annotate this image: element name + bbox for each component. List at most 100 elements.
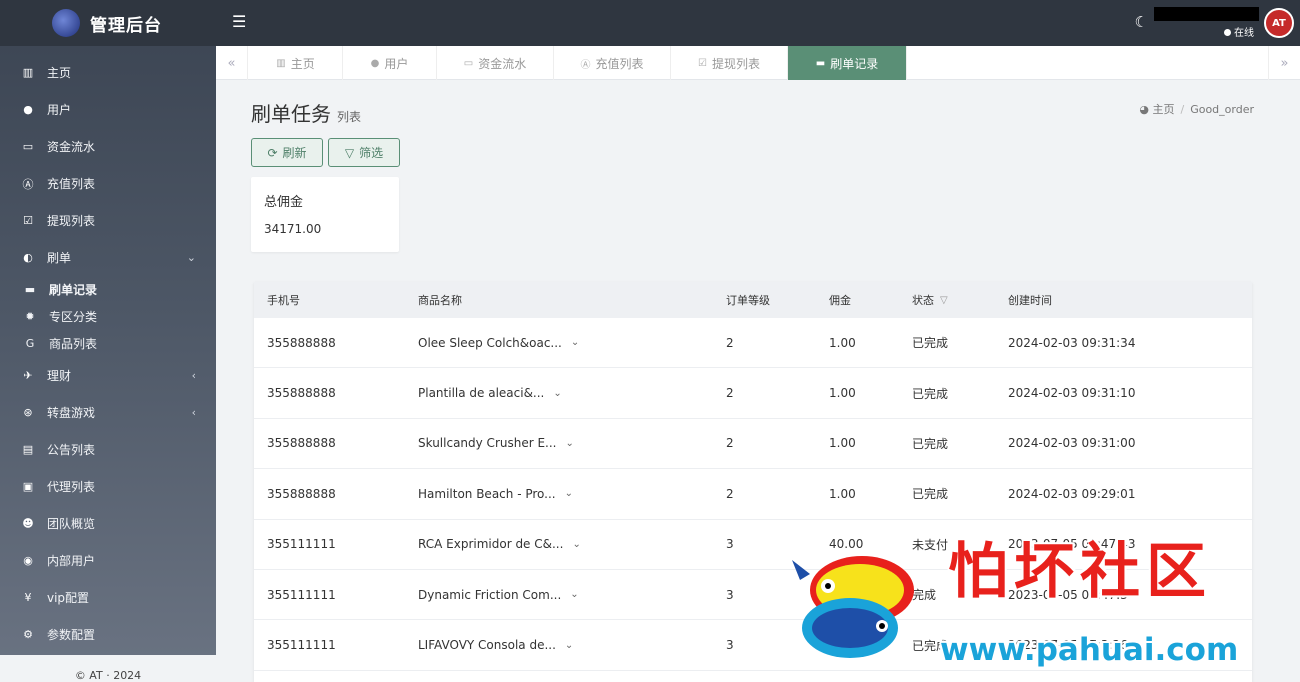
address-book-icon: ▣ bbox=[22, 480, 34, 493]
cell-status: 已完成 bbox=[912, 386, 949, 401]
tab-recharge[interactable]: Ⓐ 充值列表 bbox=[554, 46, 671, 80]
table-header: 手机号 商品名称 订单等级 佣金 状态 ▽ 创建时间 bbox=[254, 282, 1252, 318]
main-content: 刷单任务 列表 ◕ 主页 / Good_order ⟳ 刷新 ▽ 筛选 总佣金 34171… bbox=[216, 80, 1300, 682]
sidebar-item-withdraw[interactable]: ☑ 提现列表 bbox=[0, 202, 216, 239]
stat-value: 34171.00 bbox=[264, 222, 322, 236]
stat-label: 总佣金 bbox=[264, 195, 304, 210]
moon-icon[interactable]: ☾ bbox=[1135, 13, 1148, 31]
avatar[interactable]: AT bbox=[1264, 8, 1294, 38]
sidebar-item-order[interactable]: ◐ 刷单 ⌄ bbox=[0, 239, 216, 276]
sidebar-item-zone-category[interactable]: ✹ 专区分类 bbox=[0, 303, 216, 330]
breadcrumb-home[interactable]: 主页 bbox=[1152, 103, 1174, 116]
product-name: Olee Sleep Colch&oac... bbox=[418, 335, 562, 350]
expand-icon[interactable]: ⌄ bbox=[570, 589, 578, 600]
table-row[interactable]: 355111111 RCA Exprimidor de C&... ⌄ 3 40.… bbox=[254, 520, 1252, 570]
cell-status: 已完成 bbox=[912, 638, 949, 653]
chevron-left-icon: ‹ bbox=[191, 369, 196, 382]
table-row[interactable]: 355888888 Plantilla de aleaci&... ⌄ 2 1.0… bbox=[254, 368, 1252, 419]
expand-icon[interactable]: ⌄ bbox=[571, 337, 579, 348]
tab-users[interactable]: ● 用户 bbox=[343, 46, 437, 80]
sidebar-item-team[interactable]: ☻ 团队概览 bbox=[0, 505, 216, 542]
tab-home[interactable]: ▥ 主页 bbox=[249, 46, 343, 80]
sidebar-item-users[interactable]: ● 用户 bbox=[0, 91, 216, 128]
col-time[interactable]: 创建时间 bbox=[1008, 282, 1052, 318]
font-icon: Ⓐ bbox=[580, 59, 591, 71]
username-redacted bbox=[1154, 7, 1259, 21]
sidebar-item-funds[interactable]: ▭ 资金流水 bbox=[0, 128, 216, 165]
table-body: 355888888 Olee Sleep Colch&oac... ⌄ 2 1.0… bbox=[254, 318, 1252, 671]
refresh-button[interactable]: ⟳ 刷新 bbox=[251, 138, 323, 167]
cell-name: Plantilla de aleaci&... ⌄ bbox=[418, 368, 562, 417]
tab-scroll-left-icon[interactable]: « bbox=[216, 46, 248, 80]
cell-name: RCA Exprimidor de C&... ⌄ bbox=[418, 520, 581, 569]
sidebar-item-products[interactable]: G 商品列表 bbox=[0, 330, 216, 357]
expand-icon[interactable]: ⌄ bbox=[565, 640, 573, 651]
sidebar-item-label: 用户 bbox=[47, 103, 72, 117]
sidebar-item-recharge[interactable]: Ⓐ 充值列表 bbox=[0, 165, 216, 202]
sidebar-item-label: 代理列表 bbox=[47, 480, 96, 494]
sidebar-item-settings[interactable]: ⚙ 参数配置 bbox=[0, 616, 216, 653]
sidebar-item-vip[interactable]: ¥ vip配置 bbox=[0, 579, 216, 616]
filter-icon[interactable]: ▽ bbox=[940, 295, 948, 306]
orders-table: 手机号 商品名称 订单等级 佣金 状态 ▽ 创建时间 355888888 Olee… bbox=[254, 282, 1252, 682]
cell-phone: 355888888 bbox=[267, 386, 336, 401]
filter-label: 筛选 bbox=[359, 146, 384, 160]
product-name: Plantilla de aleaci&... bbox=[418, 386, 545, 401]
tab-scroll-right-icon[interactable]: » bbox=[1268, 46, 1300, 80]
table-row[interactable]: 355111111 LIFAVOVY Consola de... ⌄ 3 已完成 … bbox=[254, 620, 1252, 671]
check-square-icon: ☑ bbox=[23, 214, 33, 227]
tab-label: 刷单记录 bbox=[830, 56, 879, 71]
table-row[interactable]: 355111111 Dynamic Friction Com... ⌄ 3 完成 … bbox=[254, 570, 1252, 621]
sidebar-item-finance[interactable]: ✈ 理财 ‹ bbox=[0, 357, 216, 394]
sidebar-item-home[interactable]: ▥ 主页 bbox=[0, 54, 216, 91]
cell-level: 3 bbox=[726, 638, 734, 653]
card-icon: ▬ bbox=[24, 283, 36, 296]
brand[interactable]: 管理后台 bbox=[0, 0, 216, 46]
online-label: 在线 bbox=[1234, 28, 1254, 39]
table-row[interactable]: 355888888 Olee Sleep Colch&oac... ⌄ 2 1.0… bbox=[254, 318, 1252, 369]
adjust-icon: ◐ bbox=[23, 251, 33, 264]
expand-icon[interactable]: ⌄ bbox=[565, 488, 573, 499]
tab-funds[interactable]: ▭ 资金流水 bbox=[437, 46, 554, 80]
tab-bar: « ▥ 主页 ● 用户 ▭ 资金流水 Ⓐ 充值列表 ☑ 提现列表 ▬ 刷单记录 » bbox=[216, 46, 1300, 80]
filter-button[interactable]: ▽ 筛选 bbox=[328, 138, 400, 167]
expand-icon[interactable]: ⌄ bbox=[572, 539, 580, 550]
tab-order-records[interactable]: ▬ 刷单记录 bbox=[788, 46, 907, 80]
sidebar-item-label: 内部用户 bbox=[47, 554, 96, 568]
breadcrumb-current: Good_order bbox=[1190, 103, 1254, 116]
page-title: 刷单任务 列表 bbox=[251, 98, 361, 127]
file-icon: ▤ bbox=[22, 443, 34, 456]
sidebar-item-label: 资金流水 bbox=[47, 140, 96, 154]
sidebar-item-label: 充值列表 bbox=[47, 177, 96, 191]
expand-icon[interactable]: ⌄ bbox=[553, 388, 561, 399]
tab-label: 资金流水 bbox=[478, 56, 527, 71]
table-row[interactable]: 355888888 Hamilton Beach - Pro... ⌄ 2 1.0… bbox=[254, 469, 1252, 520]
table-row[interactable]: 355888888 Skullcandy Crusher E... ⌄ 2 1.0… bbox=[254, 419, 1252, 470]
sidebar-item-notices[interactable]: ▤ 公告列表 bbox=[0, 431, 216, 468]
sidebar-item-wheel-game[interactable]: ⊛ 转盘游戏 ‹ bbox=[0, 394, 216, 431]
sidebar-item-label: 专区分类 bbox=[49, 310, 98, 324]
menu-toggle-icon[interactable]: ☰ bbox=[232, 12, 246, 31]
sidebar-item-order-records[interactable]: ▬ 刷单记录 bbox=[0, 276, 216, 303]
cell-level: 2 bbox=[726, 386, 734, 401]
col-level[interactable]: 订单等级 bbox=[726, 282, 770, 318]
product-name: LIFAVOVY Consola de... bbox=[418, 638, 556, 653]
col-name[interactable]: 商品名称 bbox=[418, 282, 462, 318]
sidebar-item-internal-users[interactable]: ◉ 内部用户 bbox=[0, 542, 216, 579]
cell-status: 已完成 bbox=[912, 436, 949, 451]
cell-phone: 355111111 bbox=[267, 537, 336, 552]
breadcrumb-separator: / bbox=[1180, 103, 1185, 116]
col-phone[interactable]: 手机号 bbox=[267, 282, 300, 318]
col-status[interactable]: 状态 ▽ bbox=[912, 282, 948, 318]
cell-name: Olee Sleep Colch&oac... ⌄ bbox=[418, 318, 579, 367]
col-commission[interactable]: 佣金 bbox=[829, 282, 851, 318]
cell-name: Dynamic Friction Com... ⌄ bbox=[418, 570, 579, 619]
sidebar-item-agents[interactable]: ▣ 代理列表 bbox=[0, 468, 216, 505]
product-name: Hamilton Beach - Pro... bbox=[418, 486, 556, 501]
online-status: 在线 bbox=[1224, 24, 1254, 39]
sidebar-submenu-order: ▬ 刷单记录 ✹ 专区分类 G 商品列表 bbox=[0, 276, 216, 357]
sidebar-item-label: 参数配置 bbox=[47, 628, 96, 642]
expand-icon[interactable]: ⌄ bbox=[566, 438, 574, 449]
cell-level: 2 bbox=[726, 436, 734, 451]
tab-withdraw[interactable]: ☑ 提现列表 bbox=[671, 46, 788, 80]
